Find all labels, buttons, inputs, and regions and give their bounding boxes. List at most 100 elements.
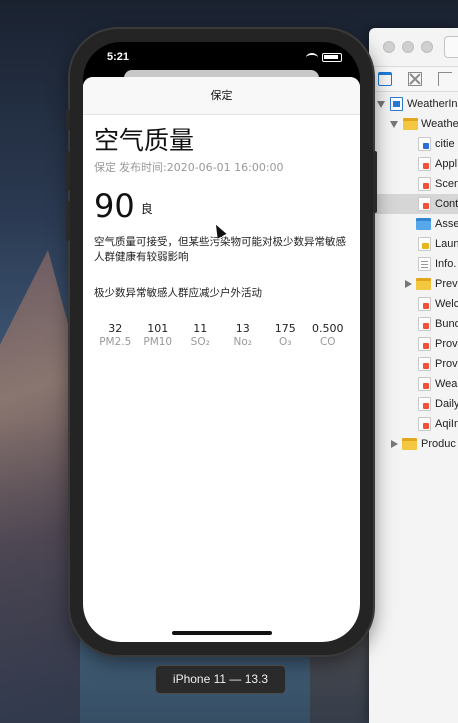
tree-item-label: Prov — [435, 338, 458, 350]
pollutant-item: 101 PM10 — [137, 322, 180, 348]
page-title: 空气质量 — [94, 126, 195, 155]
advice-text: 极少数异常敏感人群应减少户外活动 — [94, 287, 262, 299]
status-time: 5:21 — [107, 51, 130, 63]
tree-item[interactable]: Daily — [369, 394, 458, 414]
swift-file-icon — [418, 157, 431, 171]
project-navigator-icon[interactable] — [378, 72, 392, 86]
minimize-window-button[interactable] — [402, 41, 414, 53]
tree-item-label: WeatherIn — [407, 98, 458, 110]
pollutant-item: 0.500 CO — [307, 322, 350, 348]
folder-icon — [402, 438, 417, 450]
nav-title: 保定 — [83, 77, 360, 115]
air-quality-sheet: 保定 空气质量 保定 发布时间:2020-06-01 16:00:00 90 良 … — [83, 77, 360, 642]
pollutant-item: 32 PM2.5 — [94, 322, 137, 348]
home-indicator[interactable] — [172, 631, 272, 635]
tree-item[interactable]: WeatherIn — [369, 94, 458, 114]
pollutant-name: O₃ — [279, 336, 292, 348]
pollutant-list: 32 PM2.5 101 PM10 11 SO₂ 13 No₂ 175 O₃ 0… — [94, 322, 349, 348]
phone-screen: 5:21 保定 空气质量 保定 发布时间:2020-06-01 16:00:00 … — [83, 42, 360, 642]
tree-item[interactable]: Scen — [369, 174, 458, 194]
tree-item[interactable]: Info. — [369, 254, 458, 274]
aqi-level: 良 — [140, 202, 153, 216]
tree-item[interactable]: Appl — [369, 154, 458, 174]
aqi-row: 90 良 — [94, 189, 349, 223]
power-button — [373, 151, 377, 213]
swift-file-icon — [418, 397, 431, 411]
pollutant-name: PM2.5 — [99, 336, 132, 348]
storyboard-icon — [418, 237, 431, 251]
tree-item-label: Info. — [435, 258, 457, 270]
battery-icon — [322, 53, 342, 62]
pollutant-name: No₂ — [233, 336, 253, 348]
toolbar-button[interactable] — [444, 36, 458, 58]
pollutant-value: 13 — [235, 322, 250, 335]
symbol-navigator-icon[interactable] — [438, 72, 452, 86]
aqi-value: 90 — [94, 187, 135, 225]
swift-file-icon — [418, 417, 431, 431]
mute-switch — [66, 109, 70, 131]
tree-item[interactable]: Welc — [369, 294, 458, 314]
pollutant-name: SO₂ — [190, 336, 210, 348]
health-effect-text: 空气质量可接受，但某些污染物可能对极少数异常敏感人群健康有较弱影响 — [94, 236, 346, 263]
tree-item-label: Bund — [435, 318, 458, 330]
tree-item[interactable]: Laun — [369, 234, 458, 254]
json-file-icon — [418, 137, 431, 151]
pollutant-name: CO — [319, 336, 336, 348]
tree-item-label: Welc — [435, 298, 458, 310]
folder-icon — [403, 118, 418, 130]
publish-info: 保定 发布时间:2020-06-01 16:00:00 — [94, 159, 349, 175]
swift-file-icon — [418, 177, 431, 191]
folder-icon — [416, 278, 431, 290]
pollutant-name: PM10 — [143, 336, 173, 348]
swift-file-icon — [418, 317, 431, 331]
tree-item[interactable]: Weather — [369, 114, 458, 134]
tree-item-label: Prev — [435, 278, 458, 290]
pollutant-value: 0.500 — [312, 322, 344, 335]
tree-item-label: Cont — [435, 198, 458, 210]
close-window-button[interactable] — [383, 41, 395, 53]
plist-icon — [418, 257, 431, 271]
tree-item-selected[interactable]: Cont — [369, 194, 458, 214]
status-icons — [306, 53, 342, 62]
pollutant-value: 32 — [108, 322, 123, 335]
swift-file-icon — [418, 377, 431, 391]
tree-item-label: Laun — [435, 238, 458, 250]
tree-item[interactable]: Prov — [369, 354, 458, 374]
tree-item-label: Weather — [421, 118, 458, 130]
disclosure-right-icon[interactable] — [405, 280, 412, 288]
wifi-icon — [306, 53, 318, 62]
pollutant-value: 11 — [193, 322, 208, 335]
pollutant-value: 175 — [274, 322, 296, 335]
tree-item[interactable]: Wea — [369, 374, 458, 394]
swift-file-icon — [418, 357, 431, 371]
disclosure-right-icon[interactable] — [391, 440, 398, 448]
tree-item[interactable]: Prev — [369, 274, 458, 294]
swift-file-icon — [418, 337, 431, 351]
tree-item-label: citie — [435, 138, 455, 150]
city-name: 保定 — [94, 161, 116, 174]
tree-item-label: Daily — [435, 398, 458, 410]
tree-item[interactable]: Prov — [369, 334, 458, 354]
tree-item[interactable]: Produc — [369, 434, 458, 454]
source-control-navigator-icon[interactable] — [408, 72, 422, 86]
tree-item-label: Prov — [435, 358, 458, 370]
iphone-simulator: 5:21 保定 空气质量 保定 发布时间:2020-06-01 16:00:00 … — [66, 29, 377, 655]
tree-item[interactable]: citie — [369, 134, 458, 154]
notch — [145, 42, 298, 68]
pollutant-item: 175 O₃ — [264, 322, 307, 348]
disclosure-down-icon[interactable] — [390, 121, 398, 128]
tree-item[interactable]: Asse — [369, 214, 458, 234]
project-icon — [390, 97, 403, 111]
publish-time: 发布时间:2020-06-01 16:00:00 — [119, 161, 284, 174]
pollutant-value: 101 — [147, 322, 169, 335]
tree-item-label: AqiIn — [435, 418, 458, 430]
disclosure-down-icon[interactable] — [377, 101, 385, 108]
pollutant-item: 11 SO₂ — [179, 322, 222, 348]
tree-item-label: Scen — [435, 178, 458, 190]
tree-item-label: Produc — [421, 438, 456, 450]
zoom-window-button[interactable] — [421, 41, 433, 53]
tree-item[interactable]: AqiIn — [369, 414, 458, 434]
swift-file-icon — [418, 297, 431, 311]
navigator-toolbar — [369, 66, 458, 92]
tree-item[interactable]: Bund — [369, 314, 458, 334]
